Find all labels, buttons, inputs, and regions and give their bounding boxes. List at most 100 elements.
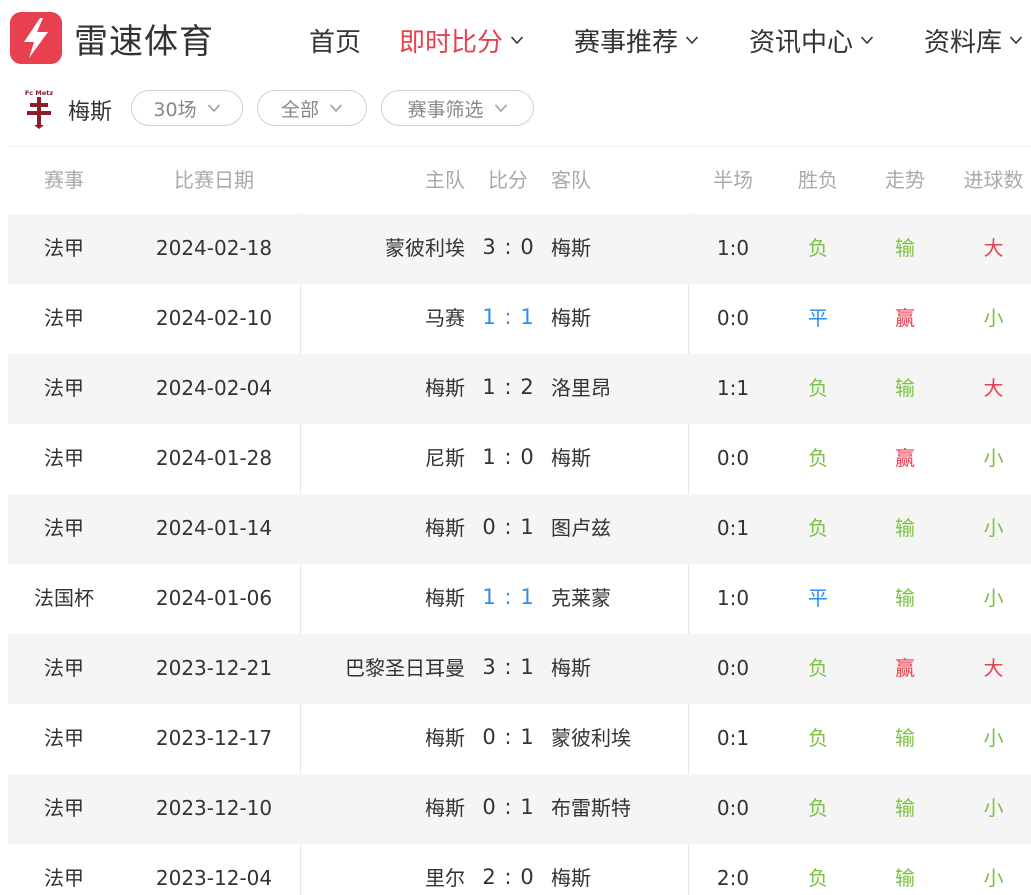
halftime-cell: 1:1 [716, 376, 750, 400]
home-team-cell[interactable]: 梅斯 [315, 494, 465, 564]
away-team-cell[interactable]: 梅斯 [551, 634, 691, 704]
home-team-cell[interactable]: 梅斯 [315, 564, 465, 634]
home-score: 2 [482, 865, 496, 889]
league-cell: 法甲 [44, 796, 84, 820]
result-cell: 负 [808, 726, 828, 750]
home-team-cell[interactable]: 蒙彼利埃 [315, 214, 465, 284]
away-team-cell[interactable]: 布雷斯特 [551, 774, 691, 844]
header-goals: 进球数 [963, 168, 1024, 192]
home-team-cell[interactable]: 梅斯 [315, 354, 465, 424]
away-score: 1 [520, 515, 534, 539]
home-score: 1 [482, 585, 496, 609]
away-team-cell[interactable]: 梅斯 [551, 844, 691, 895]
away-team-cell[interactable]: 梅斯 [551, 214, 691, 284]
home-score: 3 [482, 235, 496, 259]
league-cell: 法甲 [44, 866, 84, 890]
away-team-cell[interactable]: 克莱蒙 [551, 564, 691, 634]
table-row[interactable]: 法甲 2023-12-10 梅斯 0:1 布雷斯特 0:0 负 输 小 [8, 774, 1031, 844]
table-row[interactable]: 法甲 2024-02-10 马赛 1:1 梅斯 0:0 平 赢 小 [8, 284, 1031, 354]
chevron-down-icon [510, 36, 524, 45]
chevron-down-icon [494, 104, 507, 113]
goals-cell: 小 [983, 306, 1004, 330]
home-team-cell[interactable]: 巴黎圣日耳曼 [315, 634, 465, 704]
home-team-cell[interactable]: 尼斯 [315, 424, 465, 494]
home-team-cell[interactable]: 梅斯 [315, 704, 465, 774]
chevron-down-icon [860, 36, 874, 45]
nav-live-scores[interactable]: 即时比分 [399, 18, 524, 62]
nav-database[interactable]: 资料库 [924, 18, 1023, 62]
score-separator: : [504, 655, 512, 679]
brand-logo[interactable]: 雷速体育 [10, 12, 214, 64]
table-row[interactable]: 法甲 2023-12-04 里尔 2:0 梅斯 2:0 负 输 小 [8, 844, 1031, 895]
home-score: 1 [482, 375, 496, 399]
match-history-table: 赛事 比赛日期 主队 比分 客队 半场 胜负 走势 进球数 法甲 2024-02-… [8, 146, 1031, 895]
header-date: 比赛日期 [174, 168, 254, 192]
away-score: 1 [520, 725, 534, 749]
competition-filter-dropdown[interactable]: 赛事筛选 [381, 90, 534, 126]
away-score: 1 [520, 655, 534, 679]
table-row[interactable]: 法甲 2024-01-14 梅斯 0:1 图卢兹 0:1 负 输 小 [8, 494, 1031, 564]
team-crest: Fc Metz [22, 88, 56, 130]
away-team-cell[interactable]: 图卢兹 [551, 494, 691, 564]
home-score: 0 [482, 725, 496, 749]
league-cell: 法甲 [44, 306, 84, 330]
away-team-cell[interactable]: 洛里昂 [551, 354, 691, 424]
score-separator: : [504, 725, 512, 749]
nav-label: 赛事推荐 [574, 27, 679, 58]
nav-label: 资讯中心 [749, 27, 854, 58]
nav-home[interactable]: 首页 [309, 18, 361, 62]
goals-cell: 大 [983, 656, 1004, 680]
lightning-logo-icon [10, 12, 62, 64]
league-cell: 法甲 [44, 376, 84, 400]
nav-recommendations[interactable]: 赛事推荐 [574, 18, 699, 62]
chevron-down-icon [329, 104, 343, 113]
score-separator: : [504, 305, 512, 329]
home-team-cell[interactable]: 里尔 [315, 844, 465, 895]
table-row[interactable]: 法国杯 2024-01-06 梅斯 1:1 克莱蒙 1:0 平 输 小 [8, 564, 1031, 634]
team-name: 梅斯 [68, 100, 113, 125]
score-separator: : [504, 445, 512, 469]
scope-dropdown[interactable]: 全部 [257, 90, 367, 126]
home-team-cell[interactable]: 马赛 [315, 284, 465, 354]
away-team-cell[interactable]: 梅斯 [551, 284, 691, 354]
home-score: 3 [482, 655, 496, 679]
date-cell: 2023-12-17 [155, 726, 273, 750]
table-row[interactable]: 法甲 2024-02-18 蒙彼利埃 3:0 梅斯 1:0 负 输 大 [8, 214, 1031, 284]
chevron-down-icon [1009, 36, 1023, 45]
score-separator: : [504, 865, 512, 889]
away-team-cell[interactable]: 梅斯 [551, 424, 691, 494]
goals-cell: 小 [983, 866, 1004, 890]
away-score: 1 [520, 305, 534, 329]
trend-cell: 赢 [895, 656, 915, 680]
score-separator: : [504, 375, 512, 399]
table-row[interactable]: 法甲 2024-01-28 尼斯 1:0 梅斯 0:0 负 赢 小 [8, 424, 1031, 494]
league-cell: 法国杯 [34, 586, 94, 610]
halftime-cell: 0:0 [716, 446, 750, 470]
nav-news[interactable]: 资讯中心 [749, 18, 874, 62]
table-row[interactable]: 法甲 2023-12-21 巴黎圣日耳曼 3:1 梅斯 0:0 负 赢 大 [8, 634, 1031, 704]
home-team-cell[interactable]: 梅斯 [315, 774, 465, 844]
trend-cell: 赢 [895, 306, 915, 330]
halftime-cell: 2:0 [716, 866, 750, 890]
date-cell: 2024-02-04 [155, 376, 273, 400]
league-cell: 法甲 [44, 446, 84, 470]
trend-cell: 输 [895, 236, 915, 260]
table-row[interactable]: 法甲 2023-12-17 梅斯 0:1 蒙彼利埃 0:1 负 输 小 [8, 704, 1031, 774]
home-score: 1 [482, 305, 496, 329]
table-row[interactable]: 法甲 2024-02-04 梅斯 1:2 洛里昂 1:1 负 输 大 [8, 354, 1031, 424]
halftime-cell: 0:0 [716, 796, 750, 820]
league-cell: 法甲 [44, 656, 84, 680]
league-cell: 法甲 [44, 726, 84, 750]
away-score: 1 [520, 585, 534, 609]
date-cell: 2024-01-28 [155, 446, 273, 470]
result-cell: 负 [808, 516, 828, 540]
date-cell: 2024-02-18 [155, 236, 273, 260]
away-team-cell[interactable]: 蒙彼利埃 [551, 704, 691, 774]
match-count-dropdown[interactable]: 30场 [131, 90, 243, 126]
home-score: 0 [482, 795, 496, 819]
trend-cell: 输 [895, 866, 915, 890]
away-score: 0 [520, 235, 534, 259]
result-cell: 负 [808, 446, 828, 470]
header-half: 半场 [713, 168, 753, 192]
halftime-cell: 0:1 [716, 516, 750, 540]
